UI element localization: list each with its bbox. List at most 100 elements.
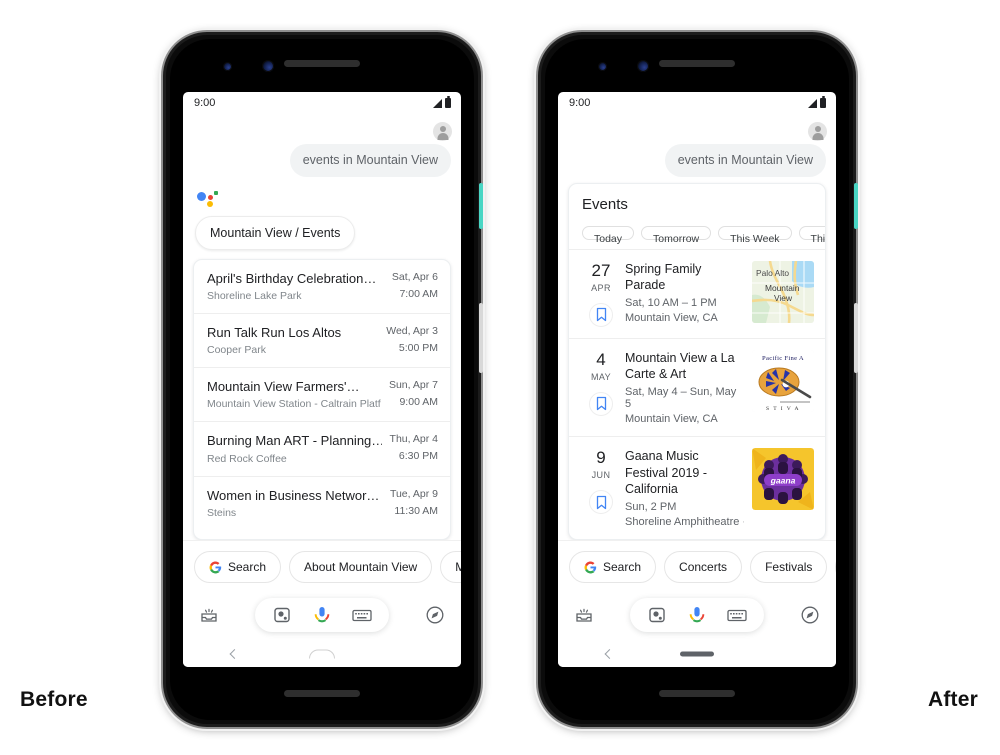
event-title: April's Birthday Celebration… bbox=[207, 270, 377, 286]
explore-compass-icon[interactable] bbox=[800, 605, 820, 625]
event-title: Mountain View Farmers'… bbox=[207, 379, 360, 394]
comparison-figure: 9:00 events in Mountain View Mountain Vi… bbox=[0, 0, 1000, 755]
suggestion-chip[interactable]: Festivals bbox=[750, 551, 828, 583]
event-name: Gaana Music Festival 2019 - California bbox=[625, 449, 707, 496]
event-row-main: Women in Business Networ… Steins bbox=[207, 488, 390, 519]
events-filter-chip-row[interactable]: TodayTomorrowThis WeekThis WeekendN bbox=[569, 213, 825, 250]
event-date: Thu, Apr 4 bbox=[389, 433, 438, 446]
google-g-icon bbox=[584, 561, 597, 573]
earpiece-speaker-icon bbox=[284, 60, 360, 67]
keyboard-icon[interactable] bbox=[352, 605, 372, 625]
explore-compass-icon[interactable] bbox=[425, 605, 445, 625]
gaana-festival-poster: gaana bbox=[752, 448, 814, 511]
status-system-icons bbox=[808, 96, 826, 108]
event-details: Gaana Music Festival 2019 - California S… bbox=[621, 448, 752, 528]
bottom-speaker-icon bbox=[659, 690, 735, 697]
front-camera-icon bbox=[598, 62, 607, 71]
event-row-main: Run Talk Run Los Altos Cooper Park bbox=[207, 325, 386, 356]
event-list-row[interactable]: Run Talk Run Los Altos Cooper Park Wed, … bbox=[194, 314, 450, 368]
keyboard-icon[interactable] bbox=[727, 605, 747, 625]
back-chevron-icon[interactable] bbox=[604, 649, 615, 659]
inbox-updates-icon[interactable] bbox=[574, 605, 594, 625]
event-list-row[interactable]: Burning Man ART - Planning… Red Rock Cof… bbox=[194, 422, 450, 477]
suggestion-chip[interactable]: Concerts bbox=[664, 551, 743, 583]
event-row-meta: Wed, Apr 3 5:00 PM bbox=[386, 325, 438, 354]
suggestion-chip-row[interactable]: Search About Mountain View Moun bbox=[183, 540, 461, 589]
event-card-row[interactable]: 9 JUN Gaana Music Festival 2019 - Califo… bbox=[569, 437, 825, 539]
volume-button[interactable] bbox=[479, 303, 483, 373]
event-where: Shoreline Amphitheatre · Mou… bbox=[625, 516, 744, 528]
assistant-dot-green-icon bbox=[214, 191, 218, 195]
google-lens-icon[interactable] bbox=[272, 605, 292, 625]
suggestion-chip[interactable]: Free bbox=[835, 551, 836, 583]
event-date: Sun, Apr 7 bbox=[388, 379, 438, 391]
power-button[interactable] bbox=[479, 183, 483, 229]
svg-text:S T I V A: S T I V A bbox=[766, 406, 800, 412]
user-query-bubble: events in Mountain View bbox=[289, 144, 451, 177]
status-bar: 9:00 bbox=[558, 92, 836, 114]
event-time: 5:00 PM bbox=[398, 341, 438, 354]
assistant-dot-yellow-icon bbox=[207, 200, 213, 207]
status-clock: 9:00 bbox=[194, 97, 216, 109]
event-time: 6:30 PM bbox=[398, 450, 438, 463]
event-date-block: 4 MAY bbox=[581, 350, 621, 416]
assistant-action-pill bbox=[255, 598, 389, 632]
event-date-block: 27 APR bbox=[581, 261, 621, 327]
power-button[interactable] bbox=[854, 183, 858, 229]
google-lens-icon[interactable] bbox=[647, 605, 667, 625]
events-filter-chip[interactable]: Today bbox=[582, 225, 635, 245]
event-details: Spring Family Parade Sat, 10 AM – 1 PM M… bbox=[621, 261, 752, 325]
home-arc-icon[interactable] bbox=[309, 649, 335, 659]
svg-text:Pacific Fine A: Pacific Fine A bbox=[762, 355, 804, 362]
suggestion-chip-row[interactable]: Search Concerts Festivals Free bbox=[558, 540, 836, 589]
event-venue: Cooper Park bbox=[207, 344, 266, 356]
bookmark-icon[interactable] bbox=[589, 391, 613, 416]
event-row-main: Burning Man ART - Planning… Red Rock Cof… bbox=[207, 433, 390, 464]
caption-before: Before bbox=[20, 688, 88, 711]
user-query-bubble: events in Mountain View bbox=[664, 144, 826, 177]
microphone-icon[interactable] bbox=[687, 605, 707, 625]
back-chevron-icon[interactable] bbox=[229, 649, 240, 659]
assistant-reply-chip[interactable]: Mountain View / Events bbox=[195, 215, 356, 250]
event-month: APR bbox=[591, 282, 611, 293]
event-venue: Mountain View Station - Caltrain Platfor… bbox=[207, 398, 381, 411]
phone-after: 9:00 events in Mountain View Events Toda… bbox=[538, 32, 858, 727]
battery-icon bbox=[820, 96, 826, 108]
events-filter-chip[interactable]: This Weekend bbox=[798, 225, 825, 245]
bookmark-icon[interactable] bbox=[589, 490, 613, 515]
events-card: Events Today Tomorrow This Week This Weeken… bbox=[568, 182, 826, 540]
event-where: Mountain View, CA bbox=[625, 312, 718, 325]
inbox-updates-icon[interactable] bbox=[199, 605, 219, 625]
event-list-row[interactable]: April's Birthday Celebration… Shoreline … bbox=[194, 260, 450, 314]
suggestion-chip[interactable]: About Mountain View bbox=[289, 551, 433, 583]
event-list-row[interactable]: Women in Business Networ… Steins Tue, Ap… bbox=[194, 477, 450, 530]
suggestion-chip-label: Moun bbox=[455, 560, 461, 574]
pacific-fine-arts-poster: Pacific Fine A S T I V A bbox=[752, 349, 814, 412]
event-card-row[interactable]: 27 APR Spring Family Parade Sat, 10 AM –… bbox=[569, 250, 825, 339]
front-camera-secondary-icon bbox=[637, 60, 649, 72]
bookmark-icon[interactable] bbox=[589, 302, 613, 327]
events-filter-chip[interactable]: This Week bbox=[718, 225, 792, 245]
home-pill-icon[interactable] bbox=[680, 651, 714, 657]
suggestion-chip[interactable]: Search bbox=[194, 551, 282, 583]
signal-icon bbox=[433, 98, 442, 108]
event-row-meta: Tue, Apr 9 11:30 AM bbox=[390, 488, 438, 517]
event-list-row[interactable]: Mountain View Farmers'… Mountain View St… bbox=[194, 368, 450, 423]
phone-after-body: 9:00 events in Mountain View Events Toda… bbox=[545, 39, 849, 720]
microphone-icon[interactable] bbox=[312, 605, 332, 625]
avatar[interactable] bbox=[808, 122, 827, 141]
avatar[interactable] bbox=[433, 122, 452, 141]
event-date: Wed, Apr 3 bbox=[386, 324, 438, 337]
system-nav-bar bbox=[558, 641, 836, 667]
suggestion-chip-label: Search bbox=[228, 560, 267, 574]
event-card-row[interactable]: 4 MAY Mountain View a La Carte & Art Sat… bbox=[569, 339, 825, 438]
user-query-row: events in Mountain View bbox=[568, 144, 826, 177]
svg-text:View: View bbox=[774, 293, 793, 303]
suggestion-chip-label: Search bbox=[603, 560, 642, 574]
volume-button[interactable] bbox=[854, 303, 858, 373]
events-filter-chip[interactable]: Tomorrow bbox=[641, 225, 712, 245]
suggestion-chip[interactable]: Search bbox=[569, 551, 657, 583]
suggestion-chip[interactable]: Moun bbox=[440, 551, 461, 583]
suggestion-chip-label: Concerts bbox=[679, 560, 728, 574]
signal-icon bbox=[808, 98, 817, 108]
